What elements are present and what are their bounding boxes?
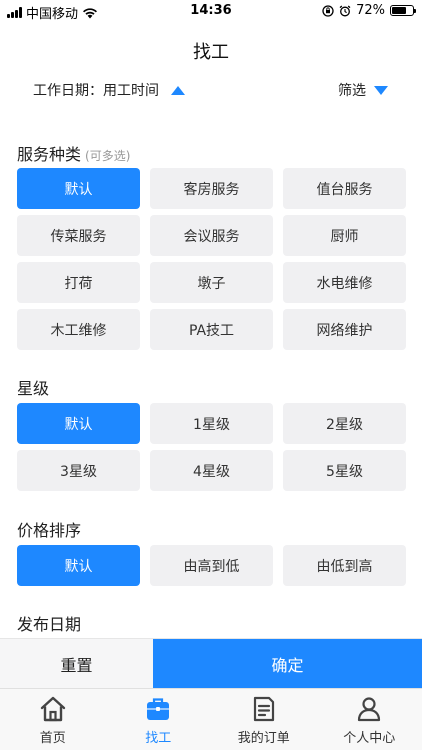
service-type-option[interactable]: 值台服务 [283, 168, 406, 209]
section-title-price-sort: 价格排序 [17, 517, 81, 541]
tab-label: 找工 [145, 731, 172, 746]
section-title-star-level: 星级 [17, 375, 49, 399]
star-level-option[interactable]: 3星级 [17, 450, 140, 491]
service-type-option[interactable]: 厨师 [283, 215, 406, 256]
tab-bar: 首页 找工 我的订单 个人中心 [0, 688, 422, 750]
filter-panel[interactable]: 服务种类 (可多选) 默认 客房服务 值台服务 传菜服务 会议服务 厨师 打荷 墩子 水电维修 木工… [0, 130, 422, 638]
home-icon [39, 695, 67, 723]
multi-select-hint: (可多选) [85, 149, 131, 163]
service-type-option[interactable]: 木工维修 [17, 309, 140, 350]
star-level-option[interactable]: 4星级 [150, 450, 273, 491]
document-icon [250, 695, 278, 723]
service-type-title: 服务种类 [17, 145, 82, 164]
work-date-label: 工作日期：用工时间 [33, 83, 159, 99]
tab-profile[interactable]: 个人中心 [317, 689, 422, 750]
status-right: 72% [322, 3, 416, 18]
battery-percent: 72% [356, 3, 385, 18]
rotation-lock-icon [322, 4, 334, 17]
tab-label: 首页 [39, 731, 66, 746]
service-type-option[interactable]: 水电维修 [283, 262, 406, 303]
star-level-option[interactable]: 5星级 [283, 450, 406, 491]
service-type-option[interactable]: PA技工 [150, 309, 273, 350]
filter-button[interactable]: 筛选 [338, 80, 388, 100]
tab-home[interactable]: 首页 [0, 689, 106, 750]
work-date-sort[interactable]: 工作日期：用工时间 [33, 80, 185, 100]
service-type-options: 默认 客房服务 值台服务传菜服务 会议服务 厨师打荷 墩子 水电维修木工维修 PA技工 网络维护 [17, 168, 406, 350]
service-type-option[interactable]: 打荷 [17, 262, 140, 303]
star-level-options: 默认 1星级 2星级 3星级 4星级 5星级 [17, 403, 406, 491]
section-title-publish-date: 发布日期 [17, 611, 81, 635]
service-type-option[interactable]: 会议服务 [150, 215, 273, 256]
reset-button[interactable]: 重置 [0, 639, 153, 688]
filter-label: 筛选 [338, 83, 366, 99]
alarm-icon [339, 5, 351, 16]
section-title-service-type: 服务种类 (可多选) [17, 141, 130, 165]
dropdown-icon [374, 85, 388, 95]
tab-label: 个人中心 [343, 731, 396, 746]
status-bar: 中国移动 14:36 72% [0, 0, 422, 22]
action-bar: 重置 确定 [0, 638, 422, 688]
price-sort-option[interactable]: 由高到低 [150, 545, 273, 586]
tab-my-orders[interactable]: 我的订单 [211, 689, 317, 750]
price-sort-options: 默认 由高到低 由低到高 [17, 545, 406, 586]
confirm-button[interactable]: 确定 [153, 639, 422, 688]
star-level-option[interactable]: 2星级 [283, 403, 406, 444]
star-level-option[interactable]: 默认 [17, 403, 140, 444]
sort-up-icon [171, 85, 185, 95]
page-title: 找工 [193, 42, 229, 63]
price-sort-title: 价格排序 [17, 521, 82, 540]
service-type-option[interactable]: 网络维护 [283, 309, 406, 350]
publish-date-title: 发布日期 [17, 615, 82, 634]
service-type-option[interactable]: 墩子 [150, 262, 273, 303]
tab-find-work[interactable]: 找工 [106, 689, 212, 750]
filter-row: 工作日期：用工时间 筛选 [0, 80, 422, 102]
person-icon [355, 695, 383, 723]
tab-label: 我的订单 [237, 731, 290, 746]
price-sort-option[interactable]: 默认 [17, 545, 140, 586]
service-type-option[interactable]: 默认 [17, 168, 140, 209]
service-type-option[interactable]: 传菜服务 [17, 215, 140, 256]
star-level-option[interactable]: 1星级 [150, 403, 273, 444]
battery-icon [390, 5, 416, 16]
briefcase-icon [144, 695, 172, 723]
star-level-title: 星级 [17, 379, 50, 398]
service-type-option[interactable]: 客房服务 [150, 168, 273, 209]
price-sort-option[interactable]: 由低到高 [283, 545, 406, 586]
